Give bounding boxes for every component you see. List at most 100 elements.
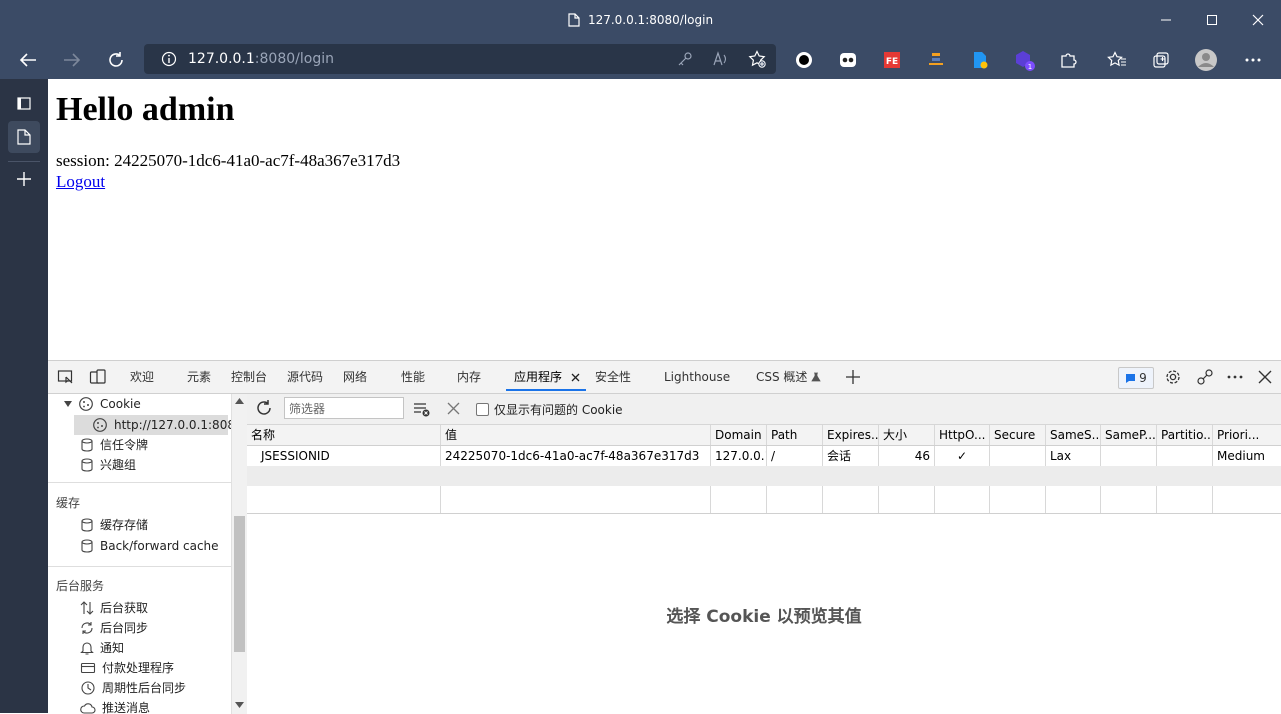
tree-item-cookie-origin[interactable]: http://127.0.0.1:8080 [92, 415, 231, 435]
tab-actions-icon [17, 97, 31, 110]
clear-filter-icon [414, 403, 430, 417]
column-expires[interactable]: Expires... [822, 425, 878, 445]
column-priority[interactable]: Priori... [1212, 425, 1281, 445]
tab-actions-button[interactable] [8, 87, 40, 119]
maximize-icon [1207, 15, 1217, 25]
favorites-icon[interactable] [1104, 47, 1130, 73]
dock-options-button[interactable] [1192, 365, 1218, 389]
tree-item-payment-handler[interactable]: 付款处理程序 [80, 658, 174, 678]
column-domain[interactable]: Domain [710, 425, 766, 445]
url-text[interactable]: 127.0.0.1:8080/login [188, 44, 334, 74]
tree-item-trust-tokens[interactable]: 信任令牌 [80, 435, 148, 455]
sidebar-tab-login[interactable] [8, 121, 40, 153]
tab-memory[interactable]: 内存 [457, 361, 481, 393]
tree-divider [48, 482, 231, 483]
table-row[interactable]: JSESSIONID 24225070-1dc6-41a0-ac7f-48a36… [247, 446, 1281, 466]
tree-item-bfcache[interactable]: Back/forward cache [80, 536, 219, 556]
close-devtools-button[interactable] [1252, 365, 1278, 389]
column-secure[interactable]: Secure [989, 425, 1045, 445]
page-icon [568, 13, 580, 27]
settings-button[interactable] [1160, 365, 1186, 389]
extensions-puzzle-icon[interactable] [1055, 47, 1081, 73]
devtools-menu-button[interactable] [1222, 365, 1248, 389]
only-issues-toggle[interactable]: 仅显示有问题的 Cookie [476, 394, 623, 424]
tab-css-overview[interactable]: CSS 概述 [756, 361, 821, 393]
column-samesite[interactable]: SameS... [1045, 425, 1100, 445]
extension-stack-icon[interactable] [923, 47, 949, 73]
extension-ghost-icon[interactable] [835, 47, 861, 73]
tree-item-background-fetch[interactable]: 后台获取 [80, 598, 148, 618]
application-tree: Cookie http://127.0.0.1:8080 信任令牌 兴趣组 缓存… [48, 394, 231, 714]
column-name[interactable]: 名称 [247, 425, 440, 445]
more-menu-icon [1227, 375, 1243, 379]
tree-item-notifications[interactable]: 通知 [80, 638, 124, 658]
refresh-icon [257, 400, 271, 415]
read-aloud-icon[interactable] [706, 44, 736, 74]
extension-cube-icon[interactable]: 1 [1011, 47, 1037, 73]
tab-welcome[interactable]: 欢迎 [130, 361, 154, 393]
only-issues-checkbox[interactable] [476, 402, 489, 416]
extension-fe-icon[interactable]: FE [879, 47, 905, 73]
delete-all-button[interactable] [447, 402, 460, 415]
clear-filtered-button[interactable] [413, 401, 431, 417]
scrollbar-thumb[interactable] [234, 516, 245, 652]
new-tab-button[interactable] [8, 163, 40, 195]
database-icon [81, 518, 93, 532]
column-httponly[interactable]: HttpO... [934, 425, 989, 445]
forward-button[interactable] [54, 40, 90, 79]
cookie-table: 名称 值 Domain Path Expires... 大小 HttpO... … [247, 425, 1281, 514]
more-tabs-button[interactable] [840, 365, 866, 389]
maximize-button[interactable] [1189, 0, 1235, 40]
issues-badge[interactable]: 9 [1118, 367, 1154, 389]
tree-item-periodic-sync[interactable]: 周期性后台同步 [80, 678, 186, 698]
cookie-samesite-cell: Lax [1045, 446, 1100, 466]
more-menu-icon[interactable] [1240, 47, 1266, 73]
refresh-cookies-button[interactable] [255, 399, 273, 417]
profile-avatar[interactable] [1193, 47, 1219, 73]
add-favorite-icon[interactable] [742, 44, 772, 74]
tree-item-background-sync[interactable]: 后台同步 [80, 618, 148, 638]
inspect-element-button[interactable] [53, 365, 79, 389]
cookie-icon [79, 397, 93, 411]
back-arrow-icon [19, 52, 36, 67]
logout-link[interactable]: Logout [56, 172, 105, 192]
tree-item-cookie[interactable]: Cookie [64, 394, 141, 414]
column-path[interactable]: Path [766, 425, 822, 445]
refresh-button[interactable] [98, 40, 134, 79]
refresh-icon [109, 51, 123, 67]
site-info-icon[interactable] [154, 44, 184, 74]
tab-network[interactable]: 网络 [343, 361, 367, 393]
tab-application[interactable]: 应用程序 [506, 361, 586, 391]
key-icon[interactable] [670, 44, 700, 74]
tab-lighthouse[interactable]: Lighthouse [664, 361, 730, 393]
collections-icon[interactable] [1148, 47, 1174, 73]
tree-item-cache-storage[interactable]: 缓存存储 [80, 515, 148, 535]
scroll-up-icon[interactable] [235, 398, 244, 404]
device-toolbar-button[interactable] [85, 365, 111, 389]
tab-sources[interactable]: 源代码 [287, 361, 323, 393]
scroll-down-icon[interactable] [235, 702, 244, 708]
minimize-button[interactable] [1143, 0, 1189, 40]
session-text: session: 24225070-1dc6-41a0-ac7f-48a367e… [56, 151, 401, 170]
column-size[interactable]: 大小 [878, 425, 934, 445]
cloud-icon [80, 703, 96, 714]
column-value[interactable]: 值 [440, 425, 710, 445]
tab-console[interactable]: 控制台 [231, 361, 267, 393]
tab-security[interactable]: 安全性 [595, 361, 631, 393]
column-sameparty[interactable]: SameP... [1100, 425, 1156, 445]
tab-performance[interactable]: 性能 [401, 361, 425, 393]
forward-arrow-icon [64, 52, 81, 67]
tree-item-push-messages[interactable]: 推送消息 [80, 698, 150, 714]
extension-file-icon[interactable] [967, 47, 993, 73]
back-button[interactable] [10, 40, 46, 79]
close-tab-icon[interactable] [571, 373, 580, 382]
tree-item-interest-groups[interactable]: 兴趣组 [80, 455, 136, 475]
extension-circle-icon[interactable] [791, 47, 817, 73]
column-partition[interactable]: Partitio... [1156, 425, 1212, 445]
address-bar[interactable]: 127.0.0.1:8080/login [144, 44, 776, 74]
cookie-filter-input[interactable]: 筛选器 [284, 397, 404, 419]
database-icon [81, 438, 93, 452]
close-window-button[interactable] [1235, 0, 1281, 40]
tree-scrollbar[interactable] [231, 394, 247, 714]
tab-elements[interactable]: 元素 [187, 361, 211, 393]
